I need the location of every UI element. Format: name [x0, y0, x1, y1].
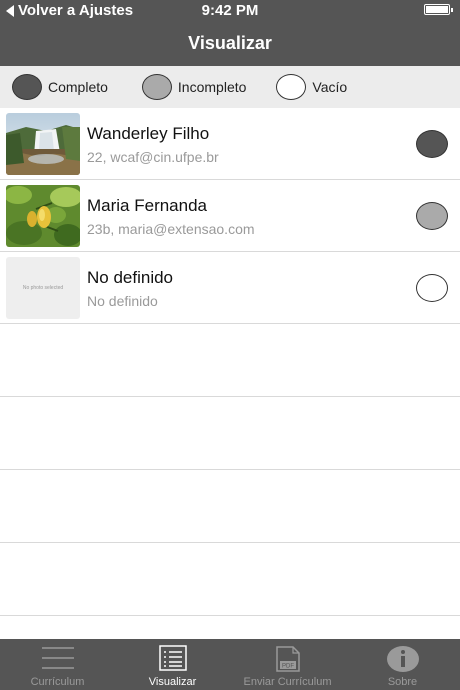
tab-enviar-curriculum[interactable]: PDF Enviar Currículum	[230, 639, 345, 690]
entry-name: Wanderley Filho	[87, 124, 210, 143]
list-item[interactable]: No photo selected No definido No definid…	[0, 252, 460, 324]
tab-visualizar-label: Visualizar	[148, 676, 197, 688]
legend-incomplete-label: Incompleto	[177, 79, 247, 95]
entry-subtitle: No definido	[87, 293, 158, 309]
page-title: Visualizar	[188, 33, 272, 53]
entry-name: No definido	[87, 268, 174, 287]
status-bar: Volver a Ajustes 9:42 PM	[0, 0, 460, 20]
photo-placeholder-text: No photo selected	[22, 285, 64, 291]
list-item[interactable]: Maria Fernanda 23b, maria@extensao.com	[0, 180, 460, 252]
tab-curriculum-label: Currículum	[30, 676, 85, 688]
svg-text:PDF: PDF	[282, 664, 294, 670]
tab-enviar-curriculum-label: Enviar Currículum	[243, 676, 332, 688]
battery-icon	[424, 4, 453, 15]
pdf-document-icon: PDF	[275, 645, 301, 676]
tab-visualizar[interactable]: Visualizar	[115, 639, 230, 690]
entry-subtitle: 22, wcaf@cin.ufpe.br	[87, 149, 219, 165]
tab-bar: Currículum Visualizar PDF Enviar Currícu…	[0, 639, 460, 690]
tab-sobre-label: Sobre	[387, 676, 418, 688]
entry-subtitle: 23b, maria@extensao.com	[87, 221, 255, 237]
empty-row	[0, 470, 460, 543]
fruit-tree-photo	[6, 185, 80, 247]
clock: 9:42 PM	[201, 2, 259, 19]
status-legend: Completo Incompleto Vacío	[0, 66, 460, 108]
empty-dot-icon	[276, 74, 307, 100]
incomplete-dot-icon	[141, 74, 172, 100]
legend-incomplete: Incompleto	[141, 74, 247, 100]
complete-dot-icon	[12, 74, 42, 100]
empty-row	[0, 324, 460, 397]
empty-row	[0, 397, 460, 470]
complete-status-icon	[416, 130, 448, 158]
empty-row	[0, 543, 460, 616]
entry-name: Maria Fernanda	[87, 196, 208, 215]
tab-curriculum[interactable]: Currículum	[0, 639, 115, 690]
info-icon	[386, 645, 420, 676]
nav-bar: Visualizar	[0, 20, 460, 66]
legend-complete-label: Completo	[48, 79, 108, 95]
photo-placeholder: No photo selected	[6, 257, 80, 319]
tab-sobre[interactable]: Sobre	[345, 639, 460, 690]
legend-empty-label: Vacío	[312, 79, 348, 95]
resume-list: Wanderley Filho 22, wcaf@cin.ufpe.br Mar…	[0, 108, 460, 616]
list-view-icon	[158, 645, 187, 674]
empty-status-icon	[416, 274, 448, 302]
waterfall-photo	[6, 113, 80, 175]
incomplete-status-icon	[416, 202, 448, 230]
legend-complete: Completo	[12, 74, 108, 100]
menu-lines-icon	[40, 645, 76, 674]
legend-empty: Vacío	[276, 74, 347, 100]
list-item[interactable]: Wanderley Filho 22, wcaf@cin.ufpe.br	[0, 108, 460, 180]
